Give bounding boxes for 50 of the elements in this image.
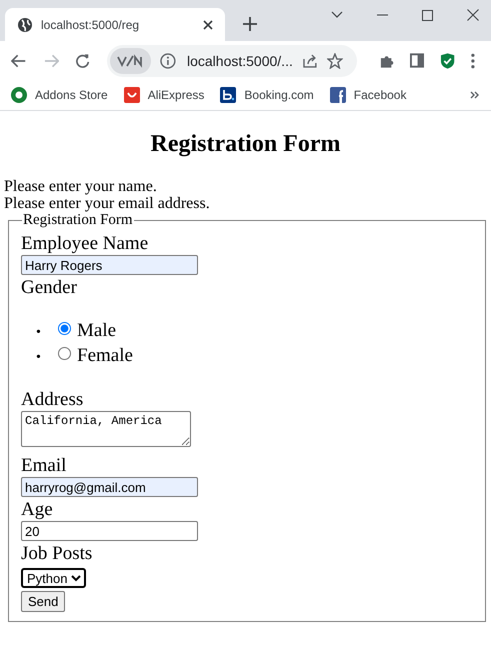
back-icon[interactable] (11, 54, 26, 68)
info-icon[interactable] (160, 52, 176, 68)
input-field[interactable]: Harry Rogers (21, 255, 198, 275)
bookmark-item[interactable]: AliExpress (124, 87, 204, 103)
radio-label: Male (77, 320, 116, 341)
menu-icon[interactable] (471, 52, 475, 68)
field-label: Address (21, 389, 84, 411)
radio-button[interactable] (58, 347, 71, 360)
chevron-right-icon[interactable] (470, 91, 479, 99)
chevron-down-icon[interactable] (331, 11, 343, 19)
browser-tab[interactable]: localhost:5000/reg (5, 8, 225, 41)
list-bullet: • (36, 324, 42, 342)
fieldset-legend: Registration Form (22, 212, 134, 229)
field-label: Email (21, 455, 68, 477)
minimize-icon[interactable] (377, 14, 388, 16)
smile-bag-icon (124, 87, 140, 103)
input-field[interactable]: harryrog@gmail.com (21, 477, 198, 497)
vpn-badge-icon[interactable] (110, 48, 152, 74)
validation-message: Please enter your email address. (3, 195, 211, 212)
bookmark-item[interactable]: Booking.com (220, 87, 314, 103)
globe-icon (17, 16, 33, 32)
list-bullet: • (36, 349, 42, 367)
bookmark-item[interactable]: Addons Store (11, 87, 108, 103)
bookmark-item[interactable]: Facebook (330, 87, 406, 103)
field-label: Age (21, 499, 54, 521)
radio-button[interactable] (58, 322, 71, 335)
square-logo-icon (220, 87, 236, 103)
reload-icon[interactable] (75, 52, 91, 68)
star-icon[interactable] (326, 52, 343, 68)
square-logo-icon (330, 87, 346, 103)
plus-icon[interactable] (243, 17, 257, 31)
input-field[interactable]: 20 (21, 521, 198, 541)
shield-icon[interactable] (440, 52, 456, 70)
side-panel-icon[interactable] (410, 53, 424, 68)
page-heading: Registration Form (150, 130, 342, 158)
dropdown[interactable]: Python (21, 568, 86, 588)
text-area[interactable]: California, America (21, 411, 191, 447)
radio-label: Female (77, 345, 133, 366)
tab-title: localhost:5000/reg (41, 18, 140, 32)
field-label: Gender (21, 277, 78, 299)
share-icon[interactable] (302, 52, 318, 68)
field-label: Job Posts (21, 543, 94, 565)
field-label: Employee Name (21, 233, 150, 255)
send-button[interactable]: Send (21, 591, 66, 612)
address-bar[interactable]: localhost:5000/... (106, 44, 357, 76)
close-icon[interactable] (467, 9, 479, 21)
maximize-icon[interactable] (422, 10, 433, 20)
validation-message: Please enter your name. (3, 178, 158, 195)
close-icon[interactable] (203, 20, 213, 30)
url-text: localhost:5000/... (187, 52, 293, 68)
